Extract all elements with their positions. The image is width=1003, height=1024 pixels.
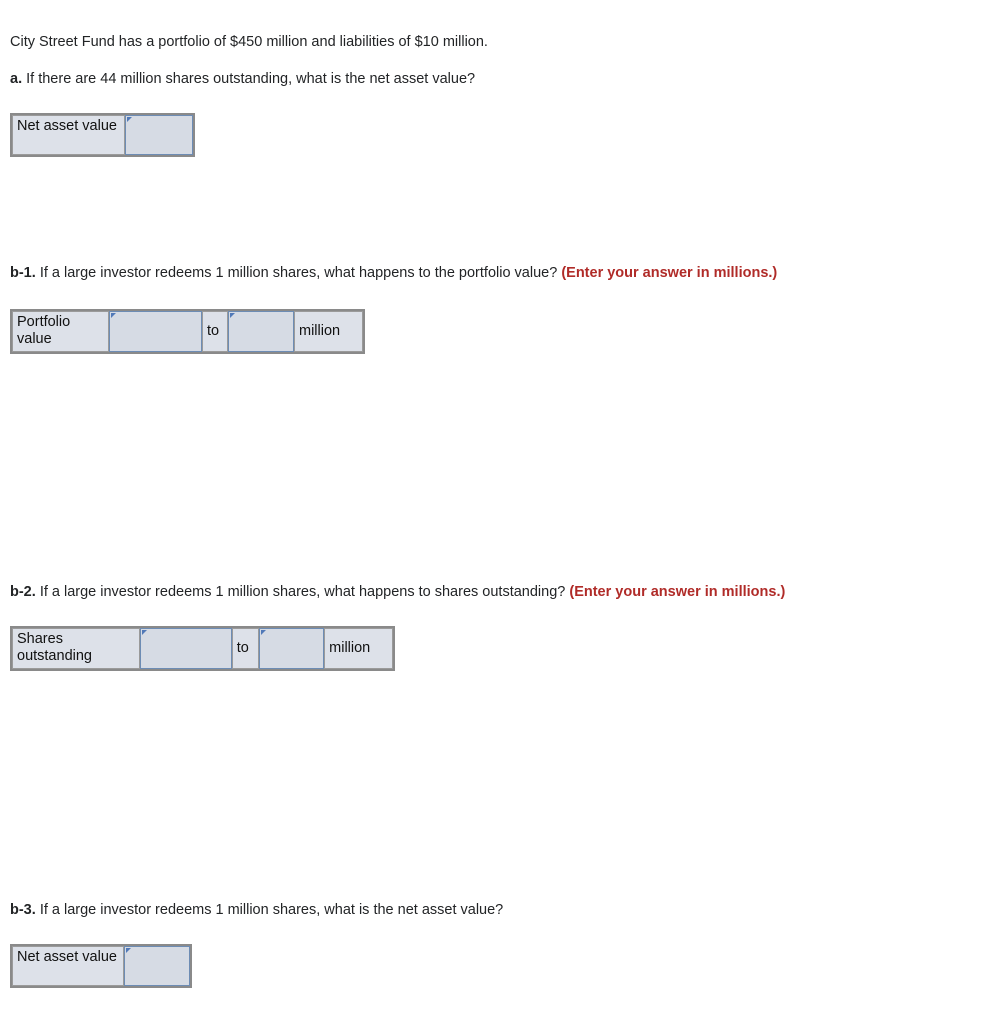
question-a: a. If there are 44 million shares outsta… [10,70,475,88]
answer-table-a: Net asset value [10,113,195,157]
answer-input-cell[interactable] [124,946,190,986]
row-label-shares-outstanding: Shares outstanding [12,628,140,669]
answer-input-cell-high[interactable] [228,311,294,352]
problem-statement-text: City Street Fund has a portfolio of $450… [10,34,488,50]
question-b3-label: b-3. [10,902,36,918]
table-row: Portfolio value to million [12,311,363,352]
answer-input-cell-low[interactable] [109,311,202,352]
question-b3: b-3. If a large investor redeems 1 milli… [10,901,503,919]
answer-input-cell-low[interactable] [139,628,232,669]
net-asset-value-input-b3[interactable] [125,947,189,985]
comment-marker-icon [230,313,235,318]
portfolio-value-input-high[interactable] [229,312,293,351]
question-b1-text: If a large investor redeems 1 million sh… [39,265,558,281]
question-b3-text: If a large investor redeems 1 million sh… [39,902,504,918]
table-row: Net asset value [12,946,190,986]
answer-input-cell-high[interactable] [258,628,325,669]
comment-marker-icon [111,313,116,318]
portfolio-value-input-low[interactable] [110,312,201,351]
net-asset-value-input-a[interactable] [126,116,192,154]
problem-statement: City Street Fund has a portfolio of $450… [10,33,488,51]
answer-table-b1: Portfolio value to million [10,309,365,354]
join-label-to-b2: to [231,628,259,669]
row-label-net-asset-value: Net asset value [12,115,125,155]
question-b2-hint: (Enter your answer in millions.) [569,584,786,600]
worksheet-page: City Street Fund has a portfolio of $450… [0,0,1003,1024]
question-b1: b-1. If a large investor redeems 1 milli… [10,264,777,282]
comment-marker-icon [260,630,266,635]
row-label-portfolio-value: Portfolio value [12,311,109,352]
row-label-net-asset-value: Net asset value [12,946,124,986]
shares-outstanding-input-low[interactable] [140,629,231,668]
question-b2-label: b-2. [10,584,36,600]
answer-table-b3: Net asset value [10,944,192,988]
question-a-label: a. [10,71,23,87]
answer-input-cell[interactable] [125,115,193,155]
table-row: Net asset value [12,115,193,155]
question-b1-label: b-1. [10,265,36,281]
question-a-text: If there are 44 million shares outstandi… [26,71,476,87]
question-b2-text: If a large investor redeems 1 million sh… [39,584,566,600]
comment-marker-icon [127,117,132,122]
unit-label-million-b2: million [324,628,393,669]
unit-label-million-b1: million [294,311,363,352]
question-b1-hint: (Enter your answer in millions.) [561,265,778,281]
question-b2: b-2. If a large investor redeems 1 milli… [10,583,785,601]
join-label-to-b1: to [202,311,228,352]
shares-outstanding-input-high[interactable] [259,629,324,668]
comment-marker-icon [141,630,147,635]
answer-table-b2: Shares outstanding to million [10,626,395,671]
table-row: Shares outstanding to million [12,628,393,669]
comment-marker-icon [126,948,131,953]
